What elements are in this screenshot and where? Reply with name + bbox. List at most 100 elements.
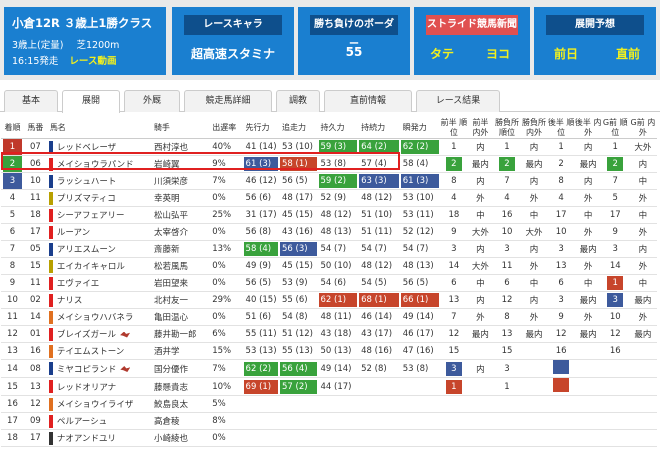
col-shobu-rank[interactable]: 勝負所 順位: [493, 118, 521, 139]
horse-name[interactable]: メイショウイライザ: [57, 400, 134, 410]
col-zenhan-rank[interactable]: 前半 順位: [440, 118, 468, 139]
tab-tenkai[interactable]: 展開: [62, 90, 120, 113]
horse-name[interactable]: シーアフェアリー: [57, 211, 125, 221]
col-senko[interactable]: 先行力: [242, 118, 279, 139]
tab-basic[interactable]: 基本: [4, 90, 58, 112]
col-horse-name[interactable]: 馬名: [46, 118, 151, 139]
position-s1: 1: [493, 138, 521, 156]
horse-name[interactable]: ナオアンドユリ: [57, 434, 116, 444]
col-shobu-side[interactable]: 勝負所 内外: [520, 118, 548, 139]
horse-name[interactable]: メイショウラパンド: [57, 160, 134, 170]
col-kohan-side[interactable]: 後半 内外: [574, 118, 602, 139]
horse-name-cell[interactable]: ラッシュハート: [46, 172, 151, 190]
col-gmae-rank[interactable]: G前 順位: [601, 118, 629, 139]
horse-name-cell[interactable]: ナリス: [46, 291, 151, 309]
stat-value: 62 (2): [243, 361, 278, 376]
horse-name-cell[interactable]: メイショウイライザ: [46, 395, 151, 413]
race-chara-title: レースキャラ: [184, 15, 282, 35]
horse-name-cell[interactable]: ナオアンドユリ: [46, 429, 151, 447]
table-row[interactable]: 10 02 ナリス 北村友一 29% 40 (15) 55 (6) 62 (1) 68 (1) 6…: [1, 291, 657, 309]
horse-name[interactable]: ミヤコピランド: [57, 365, 117, 375]
tab-prerace[interactable]: 直前情報: [324, 90, 412, 112]
col-zenhan-side[interactable]: 前半 内外: [467, 118, 494, 139]
stat-shun: 46 (17): [399, 325, 441, 343]
col-number[interactable]: 馬番: [23, 118, 47, 139]
table-row[interactable]: 14 08 ミヤコピランド 国分優作 7% 62 (2) 56 (4) 49 (14) 52 (…: [1, 359, 657, 378]
rank-badge: 9: [3, 275, 22, 291]
stride-tate-link[interactable]: タテ: [430, 45, 454, 62]
horse-name-cell[interactable]: シーアフェアリー: [46, 206, 151, 224]
horse-name-cell[interactable]: プリズマティコ: [46, 189, 151, 207]
position-value: 内: [638, 245, 648, 255]
horse-name[interactable]: ブレイズガール: [57, 330, 116, 340]
table-row[interactable]: 15 13 レッドオリアナ 藤懸貴志 10% 69 (1) 57 (2) 44 (17) 1 1: [1, 377, 657, 396]
position-value: [553, 360, 570, 374]
horse-name-cell[interactable]: エヴァイエ: [46, 274, 151, 292]
forecast-prev-day-link[interactable]: 前日: [554, 45, 578, 62]
horse-name[interactable]: レッドベレーザ: [57, 143, 116, 153]
horse-name-cell[interactable]: ルーアン: [46, 223, 151, 241]
horse-name-cell[interactable]: エイカイキャロル: [46, 257, 151, 275]
horse-name-cell[interactable]: メイショウハバネラ: [46, 308, 151, 326]
table-row[interactable]: 12 01 ブレイズガール 藤井勘一郎 6% 55 (11) 51 (12) 43 (18) 4…: [1, 325, 657, 343]
table-row[interactable]: 18 17 ナオアンドユリ 小崎綾也 0%: [1, 429, 657, 447]
col-jockey[interactable]: 騎手: [150, 118, 210, 139]
horse-name[interactable]: エイカイキャロル: [57, 262, 125, 272]
col-kohan-rank[interactable]: 後半 順位: [547, 118, 575, 139]
horse-name[interactable]: テイエムストーン: [57, 347, 125, 357]
horse-name[interactable]: メイショウハバネラ: [57, 313, 134, 323]
horse-name-cell[interactable]: レッドオリアナ: [46, 377, 151, 396]
table-row[interactable]: 17 09 ペルアーシュ 高倉稜 8%: [1, 412, 657, 430]
col-late-start[interactable]: 出遅率: [209, 118, 243, 139]
horse-name-cell[interactable]: アリエスムーン: [46, 240, 151, 258]
table-row[interactable]: 9 11 エヴァイエ 岩田望来 0% 56 (5) 53 (9) 54 (6) 54 (5) 56…: [1, 274, 657, 292]
horse-name-cell[interactable]: ペルアーシュ: [46, 412, 151, 430]
horse-name-cell[interactable]: メイショウラパンド: [46, 155, 151, 173]
forecast-just-before-link[interactable]: 直前: [616, 45, 640, 62]
horse-name-cell[interactable]: テイエムストーン: [46, 342, 151, 360]
horse-name-cell[interactable]: ブレイズガール: [46, 325, 151, 343]
silk-mark: [48, 328, 53, 341]
col-tsuiso[interactable]: 追走力: [278, 118, 318, 139]
table-row[interactable]: 2 06 メイショウラパンド 岩崎翼 9% 61 (3) 58 (1) 53 (8) 57 (4…: [1, 155, 657, 173]
table-row[interactable]: 4 11 プリズマティコ 幸英明 0% 56 (6) 48 (17) 52 (9) 48 (12…: [1, 189, 657, 207]
tab-horse-detail[interactable]: 競走馬詳細: [184, 90, 272, 112]
stat-tsui: 56 (5): [278, 172, 318, 190]
horse-name[interactable]: プリズマティコ: [57, 194, 116, 204]
stat-value: [319, 431, 358, 445]
rank-badge: 12: [3, 326, 22, 342]
table-row[interactable]: 8 15 エイカイキャロル 松若風馬 0% 49 (9) 45 (15) 50 (10) 48 …: [1, 257, 657, 275]
stride-yoko-link[interactable]: ヨコ: [486, 45, 510, 62]
col-jikyu[interactable]: 持久力: [317, 118, 359, 139]
tab-result[interactable]: レース結果: [416, 90, 500, 112]
table-row[interactable]: 13 16 テイエムストーン 酒井学 15% 53 (13) 55 (13) 50 (13) 4…: [1, 342, 657, 360]
table-row[interactable]: 6 17 ルーアン 太宰啓介 0% 56 (8) 43 (16) 48 (13) 51 (11)…: [1, 223, 657, 241]
table-row[interactable]: 1 07 レッドベレーザ 西村淳也 40% 41 (14) 53 (10) 59 (3) 64 …: [1, 138, 657, 156]
stat-value: 58 (4): [402, 159, 429, 169]
horse-name-cell[interactable]: レッドベレーザ: [46, 138, 151, 156]
horse-name[interactable]: ラッシュハート: [57, 177, 117, 187]
table-row[interactable]: 16 12 メイショウイライザ 鮫島良太 5%: [1, 395, 657, 413]
stat-tsui: [278, 429, 318, 447]
table-row[interactable]: 11 14 メイショウハバネラ 亀田温心 0% 51 (6) 54 (8) 48 (11) 46…: [1, 308, 657, 326]
race-movie-link[interactable]: レース動画: [69, 56, 116, 67]
position-g2: 外: [628, 189, 657, 207]
race-start-time: 16:15発走: [12, 56, 59, 67]
horse-name[interactable]: ナリス: [57, 296, 83, 306]
horse-name[interactable]: ルーアン: [57, 228, 90, 238]
tab-gaikyu[interactable]: 外厩: [124, 90, 180, 112]
col-shunpatsu[interactable]: 瞬発力: [399, 118, 441, 139]
horse-name[interactable]: ペルアーシュ: [57, 417, 107, 427]
tab-training[interactable]: 調教: [276, 90, 320, 112]
col-rank[interactable]: 着順: [1, 118, 24, 139]
horse-name-cell[interactable]: ミヤコピランド: [46, 359, 151, 378]
table-row[interactable]: 3 10 ラッシュハート 川須栄彦 7% 46 (12) 56 (5) 59 (2) 63 (3…: [1, 172, 657, 190]
horse-name[interactable]: アリエスムーン: [57, 245, 116, 255]
horse-name[interactable]: レッドオリアナ: [57, 383, 116, 393]
col-gmae-side[interactable]: G前 内外: [628, 118, 657, 139]
table-row[interactable]: 7 05 アリエスムーン 斎藤新 13% 58 (4) 56 (3) 54 (7) 54 (7)…: [1, 240, 657, 258]
col-jizoku[interactable]: 持続力: [358, 118, 400, 139]
rank-cell: 12: [1, 325, 24, 343]
horse-name[interactable]: エヴァイエ: [57, 279, 99, 289]
table-row[interactable]: 5 18 シーアフェアリー 松山弘平 25% 31 (17) 45 (15) 48 (12) 5…: [1, 206, 657, 224]
